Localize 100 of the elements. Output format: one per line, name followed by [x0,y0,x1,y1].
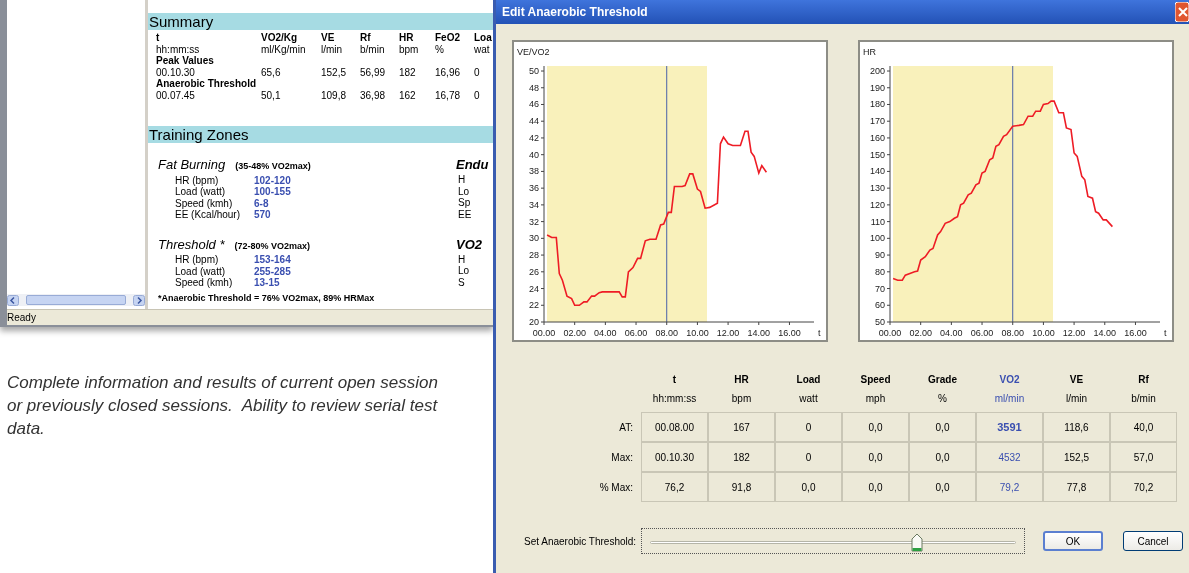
unit-text: l/min [321,43,344,55]
table-cell: 4532 [976,442,1043,472]
cancel-button[interactable]: Cancel [1123,531,1183,551]
unit-text: b/min [360,43,386,55]
zone-label: EE (Kcal/hour) [175,209,242,221]
zone-value: 255-285 [254,265,291,277]
column-header: HR [399,32,415,44]
zone-label: HR (bpm) [175,174,220,186]
threshold-line[interactable] [1012,65,1014,323]
unit-text: wat [474,43,491,55]
x-tick-label: 10.00 [686,328,709,338]
y-tick-label: 20 [529,317,539,327]
summary-value: 152,5 [321,66,348,78]
x-tick-label: 08.00 [655,328,678,338]
table-cell: 00.10.30 [641,442,708,472]
y-tick-label: 30 [529,233,539,244]
x-tick-label: 02.00 [909,328,932,338]
status-text: Ready [7,311,36,325]
unit-text: hh:mm:ss [156,43,201,55]
column-header: VO2/Kg [261,32,299,44]
table-cell: 0,0 [842,412,909,442]
scroll-left-icon[interactable] [7,294,19,306]
summary-value: 16,96 [435,66,462,78]
threshold-line[interactable] [666,65,668,323]
x-axis-label: t [1164,328,1167,338]
y-tick-label: 100 [869,233,885,244]
unit-text: bpm [399,43,420,55]
slider-thumb[interactable] [911,533,924,552]
y-tick-label: 90 [875,250,885,261]
x-tick-label: 12.00 [1062,328,1086,338]
unit-text: % [435,43,445,55]
table-cell: 91,8 [708,472,775,502]
unit-text: mph [865,392,886,406]
zone-label: HR (bpm) [175,254,220,266]
table-cell: 0 [775,442,842,472]
x-tick-label: 16.00 [778,328,801,338]
slider-label: Set Anaerobic Threshold: [524,534,638,549]
zone-value: 102-120 [254,174,291,186]
zone-title: Endu [456,157,490,172]
zone-range: (35-48% VO2max) [235,161,311,173]
scroll-right-icon[interactable] [133,294,145,306]
ok-button[interactable]: OK [1043,531,1103,551]
y-tick-label: 140 [869,166,885,177]
zone-value: 13-15 [254,277,280,289]
table-cell: 0,0 [909,412,976,442]
zone-value: 153-164 [254,254,291,266]
x-tick-label: 16.00 [1124,328,1147,338]
x-axis-label: t [818,328,821,338]
y-tick-label: 180 [869,99,885,110]
table-cell: 167 [708,412,775,442]
scroll-thumb[interactable] [26,295,126,305]
table-cell: 3591 [976,412,1043,442]
section-title: Training Zones [149,127,249,142]
table-cell: 70,2 [1110,472,1177,502]
zone-value: 100-155 [254,186,291,198]
table-cell: 76,2 [641,472,708,502]
column-header: FeO2 [435,32,461,44]
column-header: Loa [474,32,493,44]
column-header: VE [1069,373,1084,387]
summary-value: 56,99 [360,66,387,78]
y-tick-label: 40 [529,149,539,160]
y-tick-label: 46 [529,99,539,110]
column-header: Rf [360,32,372,44]
column-header: t [156,32,161,44]
summary-value: 16,78 [435,89,462,101]
zone-title: Threshold * [158,236,225,252]
table-cell: 77,8 [1043,472,1110,502]
column-header: Speed [860,373,891,387]
x-tick-label: 00.00 [878,328,902,338]
y-tick-label: 22 [529,300,539,311]
y-tick-label: 50 [529,66,539,76]
column-header: VE [321,32,336,44]
y-tick-label: 38 [529,166,539,177]
zone-label: Lo [457,265,471,277]
x-tick-label: 06.00 [624,328,648,338]
unit-text: b/min [1131,392,1156,406]
horizontal-scrollbar[interactable] [7,294,145,306]
summary-value: 00.10.30 [156,66,196,78]
y-tick-label: 24 [529,283,539,294]
group-label: Peak Values [156,55,215,67]
x-tick-label: 04.00 [594,328,617,338]
summary-value: 182 [399,66,417,78]
threshold-slider[interactable] [641,528,1025,554]
section-title: Summary [149,14,214,29]
close-icon[interactable] [1175,2,1189,22]
zone-value: 570 [254,209,271,221]
column-header: Grade [928,373,957,387]
y-tick-label: 44 [529,116,539,127]
y-tick-label: 28 [529,250,539,261]
summary-value: 0 [474,66,481,78]
summary-value: 00.07.45 [156,89,196,101]
zone-range: (72-80% VO2max) [234,240,311,252]
unit-text: hh:mm:ss [652,392,697,406]
unit-text: bpm [731,392,752,406]
dialog-title: Edit Anaerobic Threshold [502,4,648,21]
y-tick-label: 50 [875,317,885,327]
zone-label: H [457,253,467,265]
x-tick-label: 14.00 [1093,328,1117,338]
table-cell: 0,0 [842,442,909,472]
y-tick-label: 170 [869,116,885,127]
